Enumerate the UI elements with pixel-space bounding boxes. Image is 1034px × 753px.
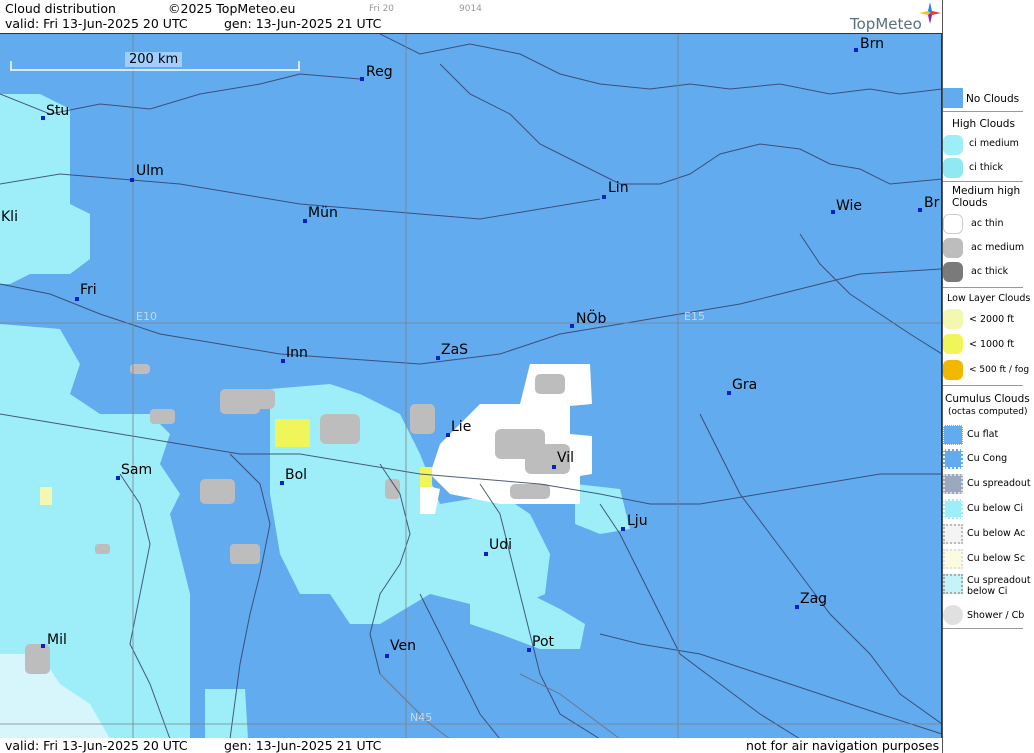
city-label[interactable]: Udi bbox=[489, 537, 512, 553]
city-label[interactable]: Ven bbox=[390, 638, 416, 654]
city-label[interactable]: Lin bbox=[608, 180, 629, 196]
footer-bar: valid: Fri 13-Jun-2025 20 UTC gen: 13-Ju… bbox=[0, 738, 942, 753]
legend-octas: (octas computed) bbox=[948, 407, 1028, 417]
ac-thick-swatch bbox=[943, 262, 963, 282]
legend-cu-spreadout: Cu spreadout bbox=[967, 478, 1031, 489]
legend-ci-medium: ci medium bbox=[969, 138, 1019, 149]
legend-no-clouds: No Clouds bbox=[966, 93, 1020, 105]
city-label[interactable]: NÖb bbox=[576, 311, 606, 327]
city-labels: Brn Reg Stu Ulm Lin Wie Br Kli Mün Fri N… bbox=[0, 34, 941, 738]
city-label[interactable]: Vil bbox=[557, 450, 574, 466]
legend-ac-medium: ac medium bbox=[971, 242, 1025, 253]
legend-divider bbox=[943, 111, 1023, 112]
legend-divider bbox=[943, 287, 1023, 288]
city-label[interactable]: Pot bbox=[532, 634, 554, 650]
legend-cu-spreadout-below-ci: Cu spreadout below Ci bbox=[967, 575, 1031, 597]
compass-logo-icon bbox=[919, 2, 941, 24]
ac-thin-swatch bbox=[943, 214, 963, 234]
cu-flat-swatch bbox=[943, 425, 963, 445]
ac-medium-swatch bbox=[943, 238, 963, 258]
legend-medium-high: Medium high Clouds bbox=[952, 185, 1021, 209]
city-label[interactable]: Reg bbox=[366, 64, 393, 80]
disclaimer: not for air navigation purposes bbox=[746, 738, 940, 753]
time-tab-label: Fri 20 bbox=[369, 4, 395, 14]
city-label[interactable]: Lju bbox=[627, 513, 648, 529]
ci-thick-swatch bbox=[943, 158, 963, 178]
legend-divider bbox=[943, 628, 1023, 629]
cu-spreadout-below-ci-swatch bbox=[943, 574, 963, 594]
cu-below-sc-swatch bbox=[943, 549, 963, 569]
copyright: ©2025 TopMeteo.eu bbox=[168, 1, 296, 16]
legend-cu-cong: Cu Cong bbox=[967, 453, 1008, 464]
city-label[interactable]: Brn bbox=[860, 36, 884, 52]
city-label[interactable]: Mil bbox=[47, 632, 67, 648]
header-bar: Cloud distribution ©2025 TopMeteo.eu Fri… bbox=[0, 0, 942, 33]
city-label[interactable]: Gra bbox=[732, 377, 757, 393]
cu-below-ci-swatch bbox=[943, 499, 963, 519]
footer-valid-time: valid: Fri 13-Jun-2025 20 UTC bbox=[5, 738, 188, 753]
footer-generated-time: gen: 13-Jun-2025 21 UTC bbox=[224, 738, 382, 753]
generated-time: gen: 13-Jun-2025 21 UTC bbox=[224, 16, 382, 31]
lt500-swatch bbox=[943, 360, 963, 380]
legend-low-layer: Low Layer Clouds bbox=[947, 293, 1031, 304]
legend-cu-below-ci: Cu below Ci bbox=[967, 503, 1024, 514]
shower-cb-swatch bbox=[943, 605, 963, 625]
legend-divider bbox=[943, 385, 1023, 386]
legend-cumulus: Cumulus Clouds bbox=[945, 393, 1030, 405]
cu-below-ac-swatch bbox=[943, 524, 963, 544]
no-clouds-swatch bbox=[943, 88, 963, 108]
legend-ac-thin: ac thin bbox=[971, 218, 1004, 229]
lt2000-swatch bbox=[943, 309, 963, 329]
city-label[interactable]: Kli bbox=[1, 209, 18, 225]
city-label[interactable]: Lie bbox=[451, 419, 471, 435]
legend-cu-below-sc: Cu below Sc bbox=[967, 553, 1026, 564]
legend-lt1000: < 1000 ft bbox=[969, 339, 1015, 350]
city-label[interactable]: Bol bbox=[285, 467, 307, 483]
city-label[interactable]: Fri bbox=[80, 282, 97, 298]
valid-time: valid: Fri 13-Jun-2025 20 UTC bbox=[5, 16, 188, 31]
city-label[interactable]: Mün bbox=[308, 205, 338, 221]
city-label[interactable]: ZaS bbox=[441, 342, 468, 358]
city-label[interactable]: Wie bbox=[836, 198, 862, 214]
legend-cu-flat: Cu flat bbox=[967, 429, 999, 440]
city-label[interactable]: Zag bbox=[800, 591, 827, 607]
map-title: Cloud distribution bbox=[5, 1, 116, 16]
city-label[interactable]: Inn bbox=[286, 345, 308, 361]
cu-spreadout-swatch bbox=[943, 474, 963, 494]
legend-panel: No Clouds High Clouds ci medium ci thick… bbox=[942, 0, 1034, 753]
cloud-map[interactable]: 200 km E10 E15 N45 Brn Reg Stu Ulm Lin W… bbox=[0, 33, 942, 738]
ci-medium-swatch bbox=[943, 135, 963, 155]
legend-lt2000: < 2000 ft bbox=[969, 314, 1015, 325]
legend-lt500: < 500 ft / fog bbox=[969, 365, 1030, 375]
map-code: 9014 bbox=[459, 4, 482, 14]
legend-high-clouds: High Clouds bbox=[952, 118, 1015, 130]
topmeteo-logo-text: TopMeteo bbox=[850, 15, 922, 33]
lt1000-swatch bbox=[943, 334, 963, 354]
legend-ac-thick: ac thick bbox=[971, 266, 1009, 277]
legend-cu-below-ac: Cu below Ac bbox=[967, 528, 1026, 539]
legend-divider bbox=[943, 181, 1023, 182]
cu-cong-swatch bbox=[943, 449, 963, 469]
city-label[interactable]: Br bbox=[924, 195, 939, 211]
city-label[interactable]: Stu bbox=[46, 103, 69, 119]
city-label[interactable]: Ulm bbox=[136, 163, 164, 179]
city-label[interactable]: Sam bbox=[121, 462, 152, 478]
legend-shower-cb: Shower / Cb bbox=[967, 610, 1025, 621]
legend-ci-thick: ci thick bbox=[969, 162, 1003, 173]
